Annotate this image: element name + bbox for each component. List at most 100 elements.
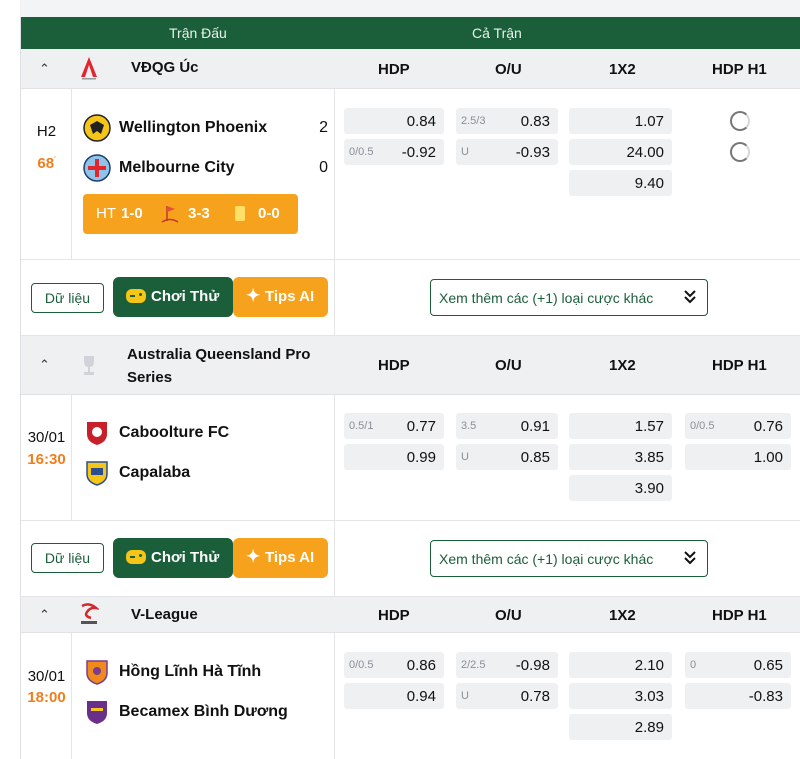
odds-value: 3.03 bbox=[634, 688, 664, 705]
match-row[interactable]: 30/01 18:00 Hồng Lĩnh Hà Tĩnh Becamex Bì… bbox=[21, 633, 800, 759]
league-name: Australia Queensland Pro Series bbox=[127, 346, 311, 386]
col-1x2: 1X2 bbox=[609, 61, 636, 78]
odds-1x2-home[interactable]: 1.07 bbox=[569, 108, 672, 134]
corners-value: 3-3 bbox=[188, 205, 210, 222]
col-hdp-h1: HDP H1 bbox=[712, 357, 767, 374]
double-chevron-down-icon bbox=[684, 290, 696, 304]
odds-line: U bbox=[461, 451, 469, 463]
data-button[interactable]: Dữ liệu bbox=[31, 543, 104, 573]
odds-ou-under[interactable]: U -0.93 bbox=[456, 139, 558, 165]
home-team[interactable]: Wellington Phoenix 2 bbox=[83, 114, 328, 142]
table-header: Trận Đấu Cả Trận bbox=[21, 17, 800, 49]
odds-value: 0.77 bbox=[406, 418, 436, 435]
odds-ou-over[interactable]: 3.5 0.91 bbox=[456, 413, 558, 439]
spinner-icon bbox=[730, 111, 750, 131]
data-button[interactable]: Dữ liệu bbox=[31, 283, 104, 313]
melbourne-city-crest-icon bbox=[83, 154, 111, 182]
odds-value: 3.90 bbox=[634, 480, 664, 497]
corner-flag-icon bbox=[161, 206, 179, 223]
odds-ou-under[interactable]: U 0.85 bbox=[456, 444, 558, 470]
col-ou: O/U bbox=[495, 607, 522, 624]
more-bets-button[interactable]: Xem thêm các (+1) loại cược khác bbox=[430, 540, 708, 577]
col-ou: O/U bbox=[495, 61, 522, 78]
odds-1x2-away[interactable]: 3.03 bbox=[569, 683, 672, 709]
becamex-binh-duong-crest-icon bbox=[87, 701, 107, 724]
match-stats-bar: HT 1-0 3-3 0-0 bbox=[83, 194, 298, 234]
sparkle-icon: ✦ bbox=[246, 286, 261, 305]
chevron-up-icon[interactable]: ⌃ bbox=[39, 61, 50, 77]
odds-value: -0.93 bbox=[515, 144, 550, 161]
spinner-icon bbox=[730, 142, 750, 162]
odds-hdp-h1-away[interactable]: 1.00 bbox=[685, 444, 791, 470]
odds-value: -0.83 bbox=[748, 688, 783, 705]
yellow-card-icon bbox=[235, 206, 245, 221]
league-name: VĐQG Úc bbox=[131, 59, 199, 76]
odds-value: 24.00 bbox=[626, 144, 664, 161]
odds-hdp-away[interactable]: 0.99 bbox=[344, 444, 444, 470]
odds-value: 0.85 bbox=[520, 449, 550, 466]
odds-1x2-away[interactable]: 24.00 bbox=[569, 139, 672, 165]
double-chevron-down-icon bbox=[684, 551, 696, 565]
match-period: H2 bbox=[36, 123, 57, 140]
odds-1x2-draw[interactable]: 3.90 bbox=[569, 475, 672, 501]
odds-hdp-home[interactable]: 0.84 bbox=[344, 108, 444, 134]
odds-ou-over[interactable]: 2/2.5 -0.98 bbox=[456, 652, 558, 678]
cards-value: 0-0 bbox=[258, 205, 280, 222]
home-team[interactable]: Caboolture FC bbox=[83, 419, 328, 447]
odds-1x2-home[interactable]: 1.57 bbox=[569, 413, 672, 439]
odds-value: 0.91 bbox=[520, 418, 550, 435]
wellington-phoenix-crest-icon bbox=[83, 114, 111, 142]
home-team[interactable]: Hồng Lĩnh Hà Tĩnh bbox=[83, 658, 328, 686]
odds-1x2-draw[interactable]: 2.89 bbox=[569, 714, 672, 740]
odds-hdp-away[interactable]: 0/0.5 -0.92 bbox=[344, 139, 444, 165]
away-team[interactable]: Becamex Bình Dương bbox=[83, 698, 328, 726]
sparkle-icon: ✦ bbox=[246, 547, 261, 566]
divider bbox=[334, 260, 335, 336]
odds-1x2-away[interactable]: 3.85 bbox=[569, 444, 672, 470]
minute-value: 68 bbox=[37, 155, 55, 172]
col-hdp-h1: HDP H1 bbox=[712, 607, 767, 624]
league-name: V-League bbox=[131, 606, 198, 623]
match-row[interactable]: 30/01 16:30 Caboolture FC Capalaba 0.5/1… bbox=[21, 395, 800, 521]
odds-ou-over[interactable]: 2.5/3 0.83 bbox=[456, 108, 558, 134]
chevron-up-icon[interactable]: ⌃ bbox=[39, 607, 50, 623]
odds-line: 0.5/1 bbox=[349, 420, 374, 432]
team-name: Capalaba bbox=[119, 464, 191, 481]
odds-value: 2.10 bbox=[634, 657, 664, 674]
odds-hdp-h1-home[interactable]: 0/0.5 0.76 bbox=[685, 413, 791, 439]
teams-cell: Hồng Lĩnh Hà Tĩnh Becamex Bình Dương bbox=[73, 633, 335, 759]
match-row[interactable]: H2 68' Wellington Phoenix 2 Melbourne Ci… bbox=[21, 89, 800, 260]
tips-ai-button[interactable]: ✦ Tips AI bbox=[233, 538, 328, 578]
away-team[interactable]: Melbourne City 0 bbox=[83, 154, 328, 182]
match-actions: Dữ liệu Chơi Thử ✦ Tips AI Xem thêm các … bbox=[21, 521, 800, 597]
odds-value: -0.92 bbox=[401, 144, 436, 161]
play-button[interactable]: Chơi Thử bbox=[113, 538, 233, 578]
odds-hdp-home[interactable]: 0/0.5 0.86 bbox=[344, 652, 444, 678]
odds-hdp-home[interactable]: 0.5/1 0.77 bbox=[344, 413, 444, 439]
col-hdp: HDP bbox=[378, 357, 410, 374]
odds-hdp-h1-away[interactable]: -0.83 bbox=[685, 683, 791, 709]
odds-1x2-draw[interactable]: 9.40 bbox=[569, 170, 672, 196]
chevron-up-icon[interactable]: ⌃ bbox=[39, 357, 50, 373]
match-date: 30/01 bbox=[27, 429, 66, 446]
team-name: Wellington Phoenix bbox=[119, 119, 268, 136]
play-button[interactable]: Chơi Thử bbox=[113, 277, 233, 317]
league-header-vdqg-uc[interactable]: ⌃ VĐQG Úc HDP O/U 1X2 HDP H1 bbox=[21, 49, 800, 89]
odds-value: -0.98 bbox=[515, 657, 550, 674]
more-bets-button[interactable]: Xem thêm các (+1) loại cược khác bbox=[430, 279, 708, 316]
league-header-queensland-pro[interactable]: ⌃ Australia Queensland Pro Series HDP O/… bbox=[21, 336, 800, 395]
odds-ou-under[interactable]: U 0.78 bbox=[456, 683, 558, 709]
col-hdp-h1: HDP H1 bbox=[712, 61, 767, 78]
league-header-v-league[interactable]: ⌃ V-League HDP O/U 1X2 HDP H1 bbox=[21, 597, 800, 633]
odds-line: 0/0.5 bbox=[690, 420, 715, 432]
away-team[interactable]: Capalaba bbox=[83, 459, 328, 487]
tips-ai-button[interactable]: ✦ Tips AI bbox=[233, 277, 328, 317]
match-actions: Dữ liệu Chơi Thử ✦ Tips AI Xem thêm các … bbox=[21, 260, 800, 336]
odds-hdp-h1-home[interactable]: 0 0.65 bbox=[685, 652, 791, 678]
odds-hdp-away[interactable]: 0.94 bbox=[344, 683, 444, 709]
match-minute: 68' bbox=[21, 155, 72, 172]
match-date: 30/01 bbox=[27, 668, 66, 685]
play-label: Chơi Thử bbox=[151, 549, 220, 566]
odds-1x2-home[interactable]: 2.10 bbox=[569, 652, 672, 678]
teams-cell: Caboolture FC Capalaba bbox=[73, 395, 335, 521]
